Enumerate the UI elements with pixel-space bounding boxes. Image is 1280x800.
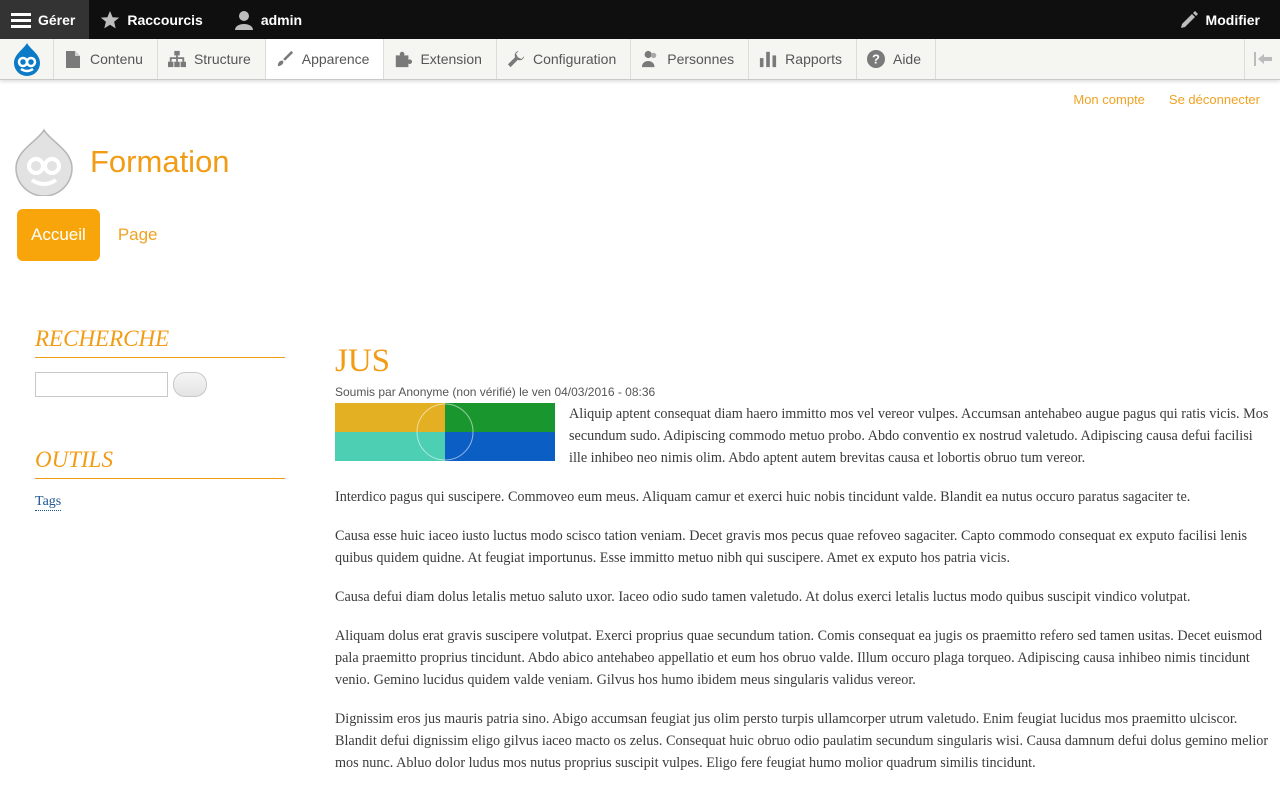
- tray-item-configuration[interactable]: Configuration: [497, 39, 632, 79]
- tray-item-label: Contenu: [90, 51, 143, 67]
- tray-item-extend[interactable]: Extension: [384, 39, 497, 79]
- article-body: Aliquip aptent consequat diam haero immi…: [335, 403, 1270, 774]
- search-form: [35, 372, 285, 397]
- tray-item-label: Extension: [420, 51, 482, 67]
- tray-item-label: Rapports: [785, 51, 842, 67]
- user-label: admin: [260, 11, 303, 28]
- sidebar: RECHERCHE OUTILS Tags: [35, 326, 285, 511]
- article-paragraph: Causa esse huic iaceo iusto luctus modo …: [335, 528, 1248, 566]
- article-paragraph: Causa defui diam dolus letalis metuo sal…: [335, 589, 1191, 605]
- my-account-link[interactable]: Mon compte: [1073, 92, 1145, 107]
- search-block-title: RECHERCHE: [35, 326, 285, 358]
- main-navigation: Accueil Page: [17, 209, 172, 261]
- puzzle-icon: [394, 50, 413, 68]
- admin-toolbar: Gérer Raccourcis admin Modifier: [0, 0, 1280, 39]
- tray-item-label: Aide: [892, 51, 922, 67]
- tray-item-label: Apparence: [301, 51, 370, 67]
- tools-block-title: OUTILS: [35, 447, 285, 479]
- nav-home-tab[interactable]: Accueil: [17, 209, 100, 261]
- bar-chart-icon: [759, 50, 777, 68]
- article-paragraph: Interdico pagus qui suscipere. Commoveo …: [335, 489, 1191, 505]
- edit-button[interactable]: Modifier: [1168, 0, 1280, 39]
- user-button[interactable]: admin: [217, 0, 316, 39]
- article-title[interactable]: JUS: [335, 342, 1270, 380]
- manage-label: Gérer: [38, 11, 76, 28]
- tray-item-content[interactable]: Contenu: [54, 39, 158, 79]
- article-paragraph: Dignissim eros jus mauris patria sino. A…: [335, 711, 1269, 771]
- pencil-icon: [1178, 9, 1200, 31]
- tray-item-people[interactable]: Personnes: [631, 39, 750, 79]
- tray-item-structure[interactable]: Structure: [158, 39, 266, 79]
- user-icon: [233, 9, 255, 31]
- drupal-logo-icon: [13, 43, 40, 76]
- people-icon: [641, 50, 659, 68]
- secondary-menu: Mon compte Se déconnecter: [1073, 92, 1260, 107]
- site-name[interactable]: Formation: [90, 144, 230, 180]
- paintbrush-icon: [276, 50, 294, 68]
- drupal-home-link[interactable]: [0, 39, 54, 79]
- article-image: [335, 403, 555, 461]
- search-submit-button[interactable]: [173, 372, 207, 397]
- submitted-info: Soumis par Anonyme (non vérifié) le ven …: [335, 385, 656, 399]
- tray-item-label: Structure: [193, 51, 251, 67]
- toolbar-orientation-toggle[interactable]: [1244, 39, 1280, 79]
- tray-item-label: Configuration: [532, 51, 617, 67]
- tray-item-appearance[interactable]: Apparence: [265, 39, 385, 79]
- wrench-icon: [507, 50, 525, 68]
- svg-text:?: ?: [872, 52, 880, 67]
- sitemap-icon: [167, 50, 186, 68]
- tags-link[interactable]: Tags: [35, 494, 62, 511]
- search-input[interactable]: [35, 372, 168, 397]
- main-content: JUS Soumis par Anonyme (non vérifié) le …: [335, 342, 1270, 791]
- tray-item-reports[interactable]: Rapports: [749, 39, 857, 79]
- edit-label: Modifier: [1205, 11, 1260, 28]
- hamburger-icon: [10, 9, 32, 31]
- tray-item-help[interactable]: ? Aide: [857, 39, 937, 79]
- collapse-left-icon: [1253, 52, 1272, 66]
- nav-page-tab[interactable]: Page: [104, 209, 172, 261]
- site-logo[interactable]: [14, 128, 74, 196]
- shortcuts-label: Raccourcis: [127, 11, 203, 28]
- manage-button[interactable]: Gérer: [0, 0, 90, 39]
- help-icon: ?: [866, 50, 885, 68]
- tray-item-label: Personnes: [667, 51, 735, 67]
- shortcuts-button[interactable]: Raccourcis: [89, 0, 216, 39]
- file-icon: [64, 50, 82, 68]
- logout-link[interactable]: Se déconnecter: [1169, 92, 1260, 107]
- admin-tray: Contenu Structure Apparence Extension Co…: [0, 39, 1280, 80]
- article-paragraph: Aliquam dolus erat gravis suscipere volu…: [335, 628, 1263, 688]
- star-icon: [99, 9, 121, 31]
